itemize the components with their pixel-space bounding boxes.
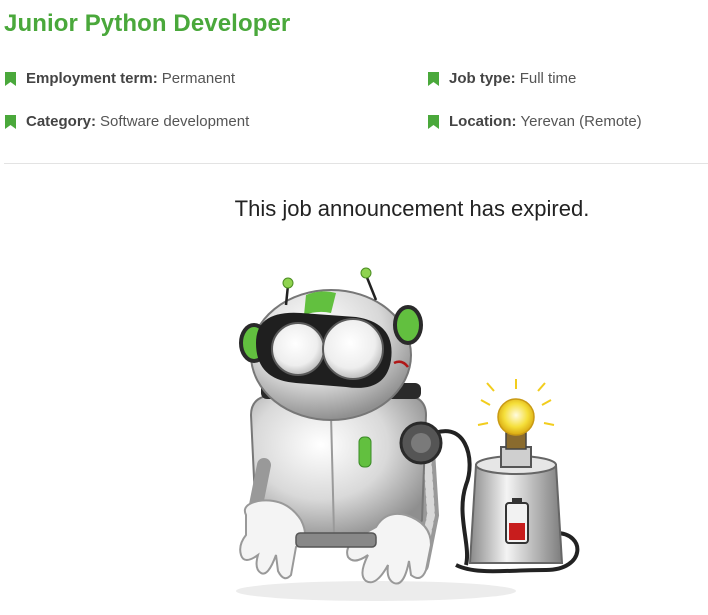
bookmark-icon [428, 114, 439, 129]
detail-location: Location: Yerevan (Remote) [428, 113, 642, 130]
detail-value: Full time [519, 70, 577, 87]
bookmark-icon [5, 71, 16, 86]
bookmark-icon [428, 71, 439, 86]
bookmark-icon [5, 114, 16, 129]
detail-value: Software development [100, 113, 250, 130]
detail-employment-term: Employment term: Permanent [5, 70, 235, 87]
detail-value: Yerevan (Remote) [520, 113, 642, 130]
detail-value: Permanent [161, 70, 236, 87]
detail-label: Job type: [449, 70, 516, 87]
expired-notice: This job announcement has expired. [234, 196, 590, 221]
job-title: Junior Python Developer [4, 10, 291, 37]
robot-illustration [236, 267, 580, 601]
detail-label: Location: [449, 113, 517, 130]
detail-label: Employment term: [26, 70, 158, 87]
section-divider [4, 163, 708, 164]
detail-category: Category: Software development [5, 113, 249, 130]
detail-job-type: Job type: Full time [428, 70, 576, 87]
detail-label: Category: [26, 113, 97, 130]
